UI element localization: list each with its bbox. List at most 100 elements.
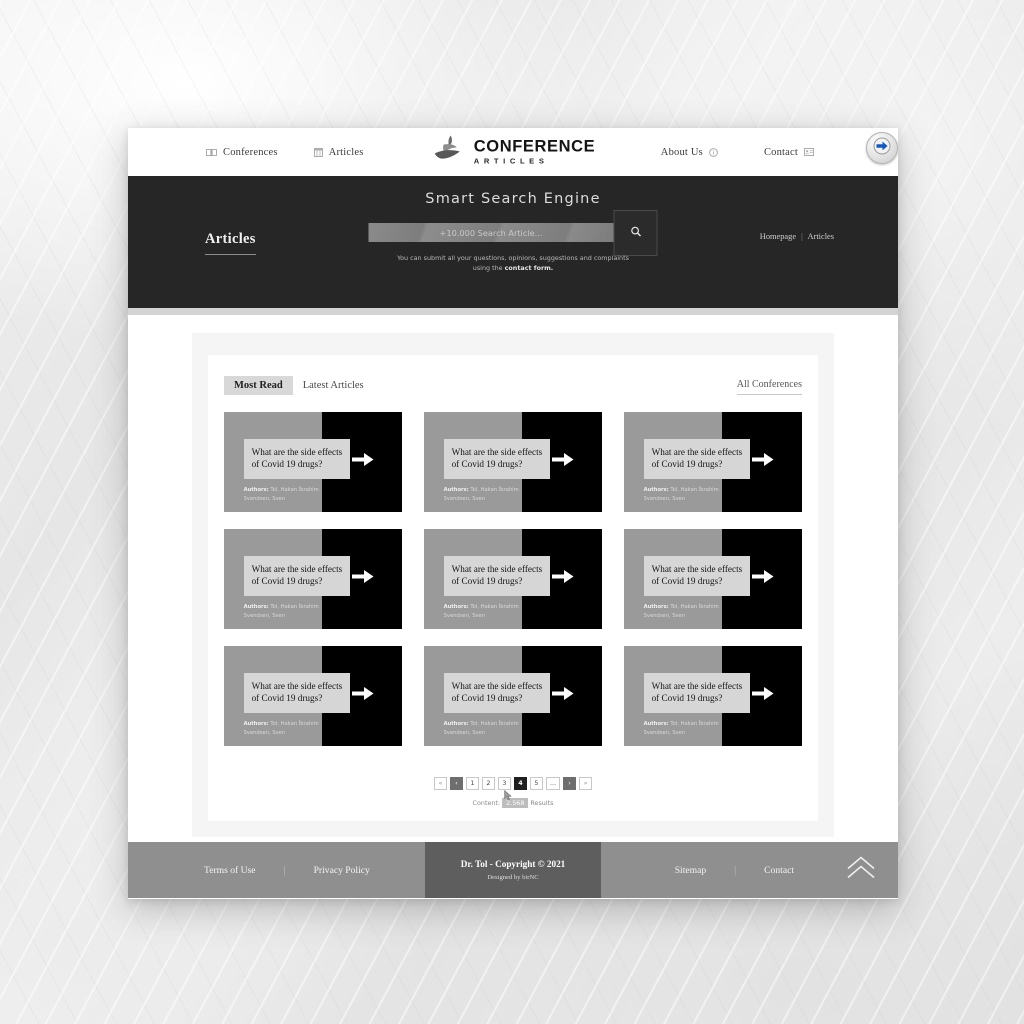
- pagination-item-2[interactable]: 1: [465, 776, 479, 790]
- pagination-item-6[interactable]: 5: [529, 776, 543, 790]
- footer-designed-by: Designed by birNC: [487, 874, 539, 881]
- footer-link-terms-of-use[interactable]: Terms of Use: [204, 865, 256, 876]
- hero-search-section: Smart Search Engine Articles You can sub…: [128, 176, 898, 308]
- footer-link-contact[interactable]: Contact: [764, 865, 794, 876]
- card-title: What are the side effects of Covid 19 dr…: [243, 439, 351, 479]
- card-title: What are the side effects of Covid 19 dr…: [443, 673, 551, 713]
- card-title: What are the side effects of Covid 19 dr…: [643, 673, 751, 713]
- results-prefix: Content:: [472, 799, 501, 807]
- nav-item-contact[interactable]: Contact: [764, 147, 814, 158]
- tab-most-read[interactable]: Most Read: [224, 376, 293, 395]
- article-card[interactable]: What are the side effects of Covid 19 dr…: [424, 412, 602, 512]
- nav-item-conferences-label: Conferences: [223, 146, 278, 158]
- article-card[interactable]: What are the side effects of Covid 19 dr…: [424, 646, 602, 746]
- breadcrumb: Homepage | Articles: [760, 232, 834, 241]
- arrow-right-icon: [551, 687, 574, 706]
- nav-item-about-us[interactable]: About Us: [661, 147, 718, 158]
- footer-divider-right: |: [734, 864, 737, 876]
- card-authors: Authors: Tol, Hakan İbrahim Svendsen, Sv…: [644, 720, 744, 738]
- card-authors: Authors: Tol, Hakan İbrahim Svendsen, Sv…: [444, 486, 544, 504]
- breadcrumb-home[interactable]: Homepage: [760, 232, 796, 241]
- arrow-right-icon: [551, 570, 574, 589]
- card-authors: Authors: Tol, Hakan İbrahim Svendsen, Sv…: [244, 720, 344, 738]
- back-to-top-button[interactable]: [846, 855, 876, 886]
- article-card-grid: What are the side effects of Covid 19 dr…: [224, 412, 802, 746]
- search-bar: [368, 210, 658, 256]
- pagination-item-1[interactable]: ‹: [449, 776, 463, 790]
- pagination-zone: «‹ 1 2 3 4 5... ›» Content: 2.568 Results: [224, 772, 802, 808]
- card-authors-label: Authors:: [243, 603, 269, 610]
- pagination-item-0[interactable]: «: [433, 776, 447, 790]
- card-icon: [804, 148, 814, 156]
- card-title: What are the side effects of Covid 19 dr…: [643, 556, 751, 596]
- all-conferences-link[interactable]: All Conferences: [736, 379, 802, 395]
- nav-item-articles[interactable]: Articles: [313, 146, 364, 158]
- content-panel: Most Read Latest Articles All Conference…: [192, 333, 834, 837]
- card-authors: Authors: Tol, Hakan İbrahim Svendsen, Sv…: [244, 486, 344, 504]
- search-icon: [630, 224, 641, 242]
- hero-bottom-strip: [128, 308, 898, 315]
- nav-item-articles-label: Articles: [328, 146, 364, 158]
- card-authors: Authors: Tol, Hakan İbrahim Svendsen, Sv…: [244, 603, 344, 621]
- search-input[interactable]: [368, 223, 614, 242]
- footer-link-sitemap[interactable]: Sitemap: [675, 865, 706, 876]
- card-authors-label: Authors:: [243, 486, 269, 493]
- hero-note: You can submit all your questions, opini…: [388, 254, 638, 274]
- nav-left-group: Conferences Articles: [206, 147, 364, 158]
- next-action-button[interactable]: [866, 132, 898, 164]
- site-footer: Terms of Use | Privacy Policy Dr. Tol - …: [128, 842, 898, 898]
- site-logo[interactable]: CONFERENCE ARTICLES: [431, 135, 596, 170]
- contact-form-link[interactable]: contact form.: [505, 264, 554, 272]
- hero-title: Smart Search Engine: [425, 191, 601, 207]
- arrow-right-icon: [351, 687, 374, 706]
- card-title: What are the side effects of Covid 19 dr…: [443, 556, 551, 596]
- pagination-item-8[interactable]: ›: [563, 776, 577, 790]
- article-card[interactable]: What are the side effects of Covid 19 dr…: [624, 529, 802, 629]
- article-card[interactable]: What are the side effects of Covid 19 dr…: [624, 646, 802, 746]
- chevron-up-icon: [846, 856, 876, 885]
- flame-leaf-logo-icon: [431, 135, 465, 170]
- footer-right-links: Sitemap | Contact: [675, 865, 794, 876]
- article-card[interactable]: What are the side effects of Covid 19 dr…: [424, 529, 602, 629]
- article-card[interactable]: What are the side effects of Covid 19 dr…: [224, 412, 402, 512]
- nav-right-group: About Us Contact: [661, 147, 814, 158]
- arrow-right-icon: [751, 687, 774, 706]
- grid-icon: [313, 147, 323, 157]
- pagination-item-7[interactable]: ...: [545, 776, 561, 790]
- arrow-right-icon: [751, 453, 774, 472]
- tabs-row: Most Read Latest Articles All Conference…: [224, 371, 802, 395]
- brand-text: CONFERENCE ARTICLES: [474, 139, 596, 165]
- pagination-item-5[interactable]: 4: [513, 776, 527, 790]
- tab-latest-articles[interactable]: Latest Articles: [293, 376, 374, 395]
- pagination-item-4[interactable]: 3: [497, 776, 511, 790]
- nav-item-conferences[interactable]: Conferences: [206, 147, 278, 158]
- card-title: What are the side effects of Covid 19 dr…: [443, 439, 551, 479]
- arrow-right-icon: [351, 570, 374, 589]
- content-panel-inner: Most Read Latest Articles All Conference…: [208, 355, 818, 821]
- card-authors-label: Authors:: [643, 603, 669, 610]
- pagination: «‹ 1 2 3 4 5... ›»: [433, 776, 593, 790]
- blue-arrow-right-icon: [873, 137, 891, 160]
- info-icon: [709, 147, 718, 157]
- card-authors-label: Authors:: [643, 486, 669, 493]
- arrow-right-icon: [551, 453, 574, 472]
- search-submit-button[interactable]: [613, 210, 658, 256]
- footer-left-links: Terms of Use | Privacy Policy: [204, 865, 370, 876]
- breadcrumb-separator: |: [801, 232, 803, 241]
- pagination-item-9[interactable]: »: [579, 776, 593, 790]
- pagination-item-3[interactable]: 2: [481, 776, 495, 790]
- article-card[interactable]: What are the side effects of Covid 19 dr…: [224, 646, 402, 746]
- card-authors: Authors: Tol, Hakan İbrahim Svendsen, Sv…: [444, 603, 544, 621]
- arrow-right-icon: [751, 570, 774, 589]
- search-field-wrapper: [368, 223, 614, 242]
- card-title: What are the side effects of Covid 19 dr…: [243, 673, 351, 713]
- card-authors: Authors: Tol, Hakan İbrahim Svendsen, Sv…: [444, 720, 544, 738]
- article-card[interactable]: What are the side effects of Covid 19 dr…: [224, 529, 402, 629]
- article-card[interactable]: What are the side effects of Covid 19 dr…: [624, 412, 802, 512]
- webpage-window: Conferences Articles CONFERENCE ARTICLES…: [128, 128, 898, 899]
- card-authors-label: Authors:: [443, 603, 469, 610]
- nav-item-about-us-label: About Us: [660, 146, 703, 158]
- footer-link-privacy-policy[interactable]: Privacy Policy: [314, 865, 370, 876]
- nav-item-contact-label: Contact: [763, 146, 798, 158]
- arrow-right-icon: [351, 453, 374, 472]
